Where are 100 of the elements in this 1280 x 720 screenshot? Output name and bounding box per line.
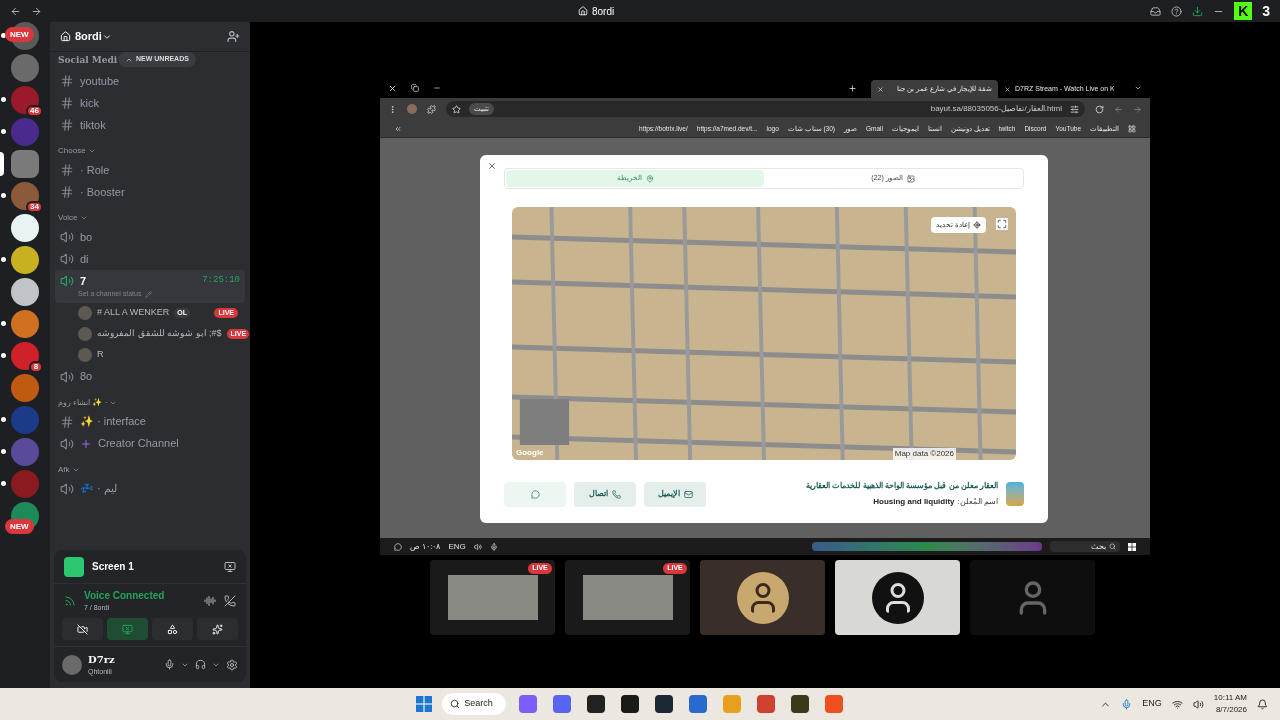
mention-badge: 34 xyxy=(26,201,43,213)
search-icon xyxy=(1109,543,1116,550)
user-avatar[interactable] xyxy=(62,654,82,675)
invite-icon[interactable] xyxy=(227,30,240,43)
settings-icon[interactable] xyxy=(226,658,238,671)
activities-icon xyxy=(167,623,178,635)
menu-icon[interactable] xyxy=(388,104,397,114)
taskbar-app-icon[interactable] xyxy=(587,695,606,713)
taskbar-language[interactable]: ENG xyxy=(1142,697,1162,711)
windows-logo-icon[interactable] xyxy=(1128,542,1136,551)
channel-item[interactable]: di xyxy=(55,248,245,270)
screen-share-icon xyxy=(122,623,133,635)
forward-icon[interactable] xyxy=(31,5,42,17)
channel-item[interactable]: kick xyxy=(55,92,245,114)
server-name[interactable]: 8ordi xyxy=(75,28,102,45)
selected-indicator xyxy=(0,152,4,176)
bookmark-star-icon[interactable] xyxy=(452,104,461,114)
channel-item[interactable]: · Booster xyxy=(55,181,245,203)
taskbar-app-icon[interactable] xyxy=(621,695,640,713)
connection-icon xyxy=(64,595,76,607)
close-icon[interactable] xyxy=(487,161,497,171)
back-icon[interactable] xyxy=(10,5,21,17)
reload-icon[interactable] xyxy=(1095,104,1104,114)
participant-tile[interactable] xyxy=(835,560,960,635)
extensions-icon[interactable] xyxy=(427,104,436,114)
overlay-count: 3 xyxy=(1262,1,1270,21)
channel-name: 💤 · ليم xyxy=(80,481,117,497)
channel-item[interactable]: · Role xyxy=(55,159,245,181)
avatar xyxy=(78,348,92,362)
channel-item[interactable]: bo xyxy=(55,226,245,248)
category-name[interactable]: Social Medi xyxy=(58,54,118,68)
channel-name: Creator Channel xyxy=(98,436,179,452)
close-tab-icon[interactable] xyxy=(1004,85,1011,93)
fullscreen-icon[interactable] xyxy=(996,218,1008,230)
category-name[interactable]: Afk xyxy=(58,463,70,476)
stop-stream-icon[interactable] xyxy=(224,560,236,573)
voice-status[interactable]: Voice Connected xyxy=(84,588,165,604)
close-icon[interactable] xyxy=(388,83,397,93)
participant-tile[interactable] xyxy=(970,560,1095,635)
category-name[interactable]: Voice xyxy=(58,212,78,224)
taskbar-search[interactable]: Search xyxy=(442,693,507,715)
more-bookmarks-icon[interactable] xyxy=(394,124,402,133)
category-name[interactable]: Choose xyxy=(58,145,86,157)
channel-name: youtube xyxy=(80,73,120,89)
email-button[interactable]: الإيميل xyxy=(644,481,706,507)
new-tab-icon[interactable] xyxy=(848,83,857,93)
taskbar-date[interactable]: 8/7/2026 xyxy=(1215,704,1247,716)
microphone-icon[interactable] xyxy=(1121,698,1133,710)
call-button[interactable]: اتصال xyxy=(574,481,636,507)
hash-icon xyxy=(60,118,74,132)
help-icon[interactable] xyxy=(1171,5,1183,17)
soundboard-icon xyxy=(212,623,223,635)
new-pill[interactable]: NEW xyxy=(5,27,34,42)
channel-item[interactable]: Creator Channel xyxy=(55,432,245,455)
category-name[interactable]: · ✨ انشاء روم xyxy=(58,396,108,409)
download-icon[interactable] xyxy=(1192,5,1204,17)
noise-icon[interactable] xyxy=(204,595,216,607)
advertiser-label: اسم المُعلن: xyxy=(957,496,998,508)
member-name[interactable]: $#; ابو شوشه للشقق المفروشه xyxy=(97,327,222,341)
search-icon xyxy=(450,699,461,709)
channel-item[interactable]: youtube xyxy=(55,70,245,92)
address-text[interactable]: bayut.sa/88035056-العقار/تفاصيل.html xyxy=(930,103,1062,115)
notification-icon[interactable] xyxy=(1257,698,1268,710)
member-name[interactable]: # ALL A WENKER xyxy=(97,306,170,320)
channel-item[interactable]: ✨ · interface xyxy=(55,410,245,433)
channel-name: 7 xyxy=(80,273,87,289)
taskbar-app-icon[interactable] xyxy=(655,695,674,713)
call-control-button[interactable] xyxy=(152,618,193,640)
disconnect-icon[interactable] xyxy=(224,595,236,607)
map-attribution: Map data ©2026 xyxy=(892,448,956,460)
phone-icon xyxy=(612,489,621,499)
headphones-icon[interactable] xyxy=(195,659,206,670)
member-name[interactable]: R xyxy=(97,348,104,362)
close-tab-icon[interactable] xyxy=(877,85,884,93)
site-settings-icon[interactable] xyxy=(1070,104,1079,114)
mail-icon xyxy=(683,489,693,499)
inner-language: ENG xyxy=(448,540,466,553)
plus-icon xyxy=(80,437,92,450)
call-control-button[interactable] xyxy=(62,618,103,640)
call-control-button[interactable] xyxy=(197,618,238,640)
microphone-icon[interactable] xyxy=(164,659,175,670)
inbox-icon[interactable] xyxy=(1150,5,1162,17)
channel-name: di xyxy=(80,251,89,267)
channel-item[interactable]: 💤 · ليم xyxy=(55,477,245,500)
participant-tile[interactable] xyxy=(700,560,825,635)
restore-icon[interactable] xyxy=(411,84,419,92)
new-pill[interactable]: NEW xyxy=(5,519,34,534)
advertiser-text: العقار معلن من قبل مؤسسة الواحة الذهبية للخدمات العقارية xyxy=(806,480,998,492)
volume-icon[interactable] xyxy=(1192,698,1204,710)
apps-icon[interactable] xyxy=(1128,124,1136,133)
mention-badge: 46 xyxy=(26,105,43,117)
company-logo xyxy=(1006,482,1024,506)
network-icon[interactable] xyxy=(1171,698,1183,710)
tab-list-icon[interactable] xyxy=(1134,84,1142,92)
mention-badge: 8 xyxy=(29,361,43,373)
taskbar-app-icon[interactable] xyxy=(791,695,810,713)
image-icon xyxy=(906,174,915,183)
channel-item[interactable]: 8o xyxy=(55,365,245,388)
taskbar-time[interactable]: 10:11 AM xyxy=(1213,692,1247,704)
channel-item[interactable]: tiktok xyxy=(55,114,245,136)
